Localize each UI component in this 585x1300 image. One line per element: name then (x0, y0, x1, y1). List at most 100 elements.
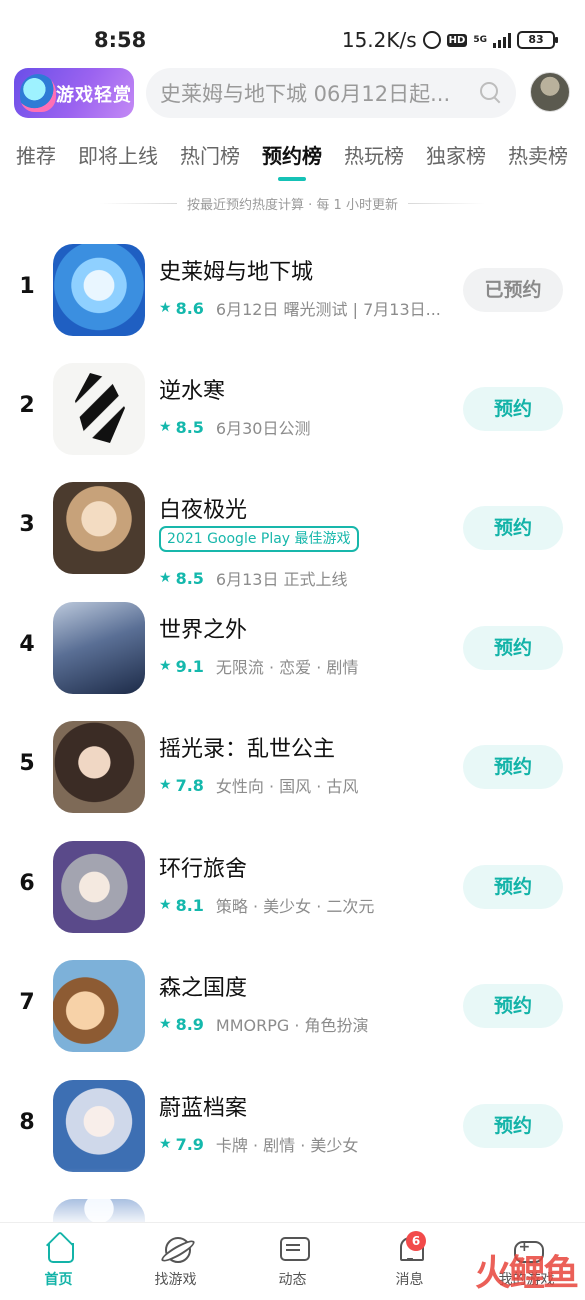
game-desc: 6月12日 曙光测试 | 7月13日... (215, 300, 441, 319)
game-name[interactable]: 逆水寒 (159, 373, 225, 405)
game-score: 9.1 (175, 656, 204, 676)
game-icon[interactable] (53, 960, 145, 1052)
reserve-button[interactable]: 预约 (463, 865, 563, 909)
reserve-button[interactable]: 预约 (463, 506, 563, 550)
hd-icon: HD (446, 33, 468, 47)
game-meta: ★ 8.5 6月30日公测 (159, 415, 310, 439)
list-item[interactable]: 7 森之国度 ★ 8.9 MMORPG · 角色扮演 预约 (0, 960, 585, 1056)
game-icon[interactable] (53, 482, 145, 574)
nav-label: 首页 (44, 1272, 73, 1288)
game-name[interactable]: 蔚蓝档案 (159, 1090, 247, 1122)
reserve-button[interactable]: 预约 (463, 745, 563, 789)
nav-find-games[interactable]: 找游戏 (117, 1223, 234, 1300)
rank-number: 7 (19, 990, 35, 1015)
game-score: 7.8 (175, 775, 204, 795)
divider (100, 203, 178, 204)
game-score: 8.9 (175, 1014, 204, 1034)
list-fade (0, 1168, 585, 1224)
star-icon: ★ (159, 1136, 172, 1152)
status-bar: 8:58 15.2K/s HD 5G 83 (0, 0, 585, 64)
search-icon[interactable] (480, 82, 502, 104)
tab-exclusive[interactable]: 独家榜 (426, 140, 486, 169)
game-meta: ★ 7.9 卡牌 · 剧情 · 美少女 (159, 1132, 358, 1156)
app-logo[interactable]: 游戏轻赏 (14, 68, 134, 118)
game-score: 8.5 (175, 417, 204, 437)
game-icon[interactable] (53, 363, 145, 455)
header: 游戏轻赏 史莱姆与地下城 06月12日起... (0, 66, 585, 122)
list-item[interactable]: 1 史莱姆与地下城 ★ 8.6 6月12日 曙光测试 | 7月13日... 已预… (0, 244, 585, 340)
game-meta: ★ 8.6 6月12日 曙光测试 | 7月13日... (159, 296, 441, 320)
nav-label: 找游戏 (154, 1272, 197, 1288)
list-item[interactable]: 2 逆水寒 ★ 8.5 6月30日公测 预约 (0, 363, 585, 459)
chat-icon (278, 1233, 310, 1263)
ranking-tabs: 推荐 即将上线 热门榜 预约榜 热玩榜 独家榜 热卖榜 (16, 140, 568, 181)
rank-number: 6 (19, 871, 35, 896)
reserved-button[interactable]: 已预约 (463, 268, 563, 312)
planet-icon (161, 1233, 191, 1263)
game-meta: ★ 8.1 策略 · 美少女 · 二次元 (159, 893, 374, 917)
game-name[interactable]: 世界之外 (159, 612, 247, 644)
list-item[interactable]: 8 蔚蓝档案 ★ 7.9 卡牌 · 剧情 · 美少女 预约 (0, 1080, 585, 1176)
rank-number: 8 (19, 1110, 35, 1135)
game-meta: ★ 8.5 6月13日 正式上线 (159, 566, 348, 590)
game-icon[interactable] (53, 244, 145, 336)
mascot-icon (20, 74, 56, 112)
game-score: 8.5 (175, 568, 204, 588)
game-meta: ★ 7.8 女性向 · 国风 · 古风 (159, 773, 358, 797)
reserve-button[interactable]: 预约 (463, 984, 563, 1028)
avatar[interactable] (530, 72, 570, 112)
nav-home[interactable]: 首页 (0, 1223, 117, 1300)
game-name[interactable]: 摇光录：乱世公主 (159, 731, 335, 763)
game-meta: ★ 9.1 无限流 · 恋爱 · 剧情 (159, 654, 358, 678)
star-icon: ★ (159, 658, 172, 674)
game-desc: 6月30日公测 (215, 419, 311, 438)
game-desc: 卡牌 · 剧情 · 美少女 (215, 1136, 359, 1155)
list-item[interactable]: 6 环行旅舍 ★ 8.1 策略 · 美少女 · 二次元 预约 (0, 841, 585, 937)
ranking-note: 按最近预约热度计算 · 每 1 小时更新 (100, 194, 485, 213)
game-score: 7.9 (175, 1134, 204, 1154)
nav-feed[interactable]: 动态 (234, 1223, 351, 1300)
game-name[interactable]: 白夜极光 (159, 492, 247, 524)
game-icon[interactable] (53, 602, 145, 694)
reserve-button[interactable]: 预约 (463, 387, 563, 431)
game-icon[interactable] (53, 841, 145, 933)
game-desc: 策略 · 美少女 · 二次元 (215, 897, 375, 916)
search-input[interactable]: 史莱姆与地下城 06月12日起... (146, 68, 516, 118)
message-count-badge: 6 (406, 1231, 426, 1251)
game-score: 8.1 (175, 895, 204, 915)
list-item[interactable]: 5 摇光录：乱世公主 ★ 7.8 女性向 · 国风 · 古风 预约 (0, 721, 585, 817)
tab-hot[interactable]: 热门榜 (180, 140, 240, 169)
game-name[interactable]: 史莱姆与地下城 (159, 254, 313, 286)
game-icon[interactable] (53, 721, 145, 813)
game-name[interactable]: 森之国度 (159, 970, 247, 1002)
battery-icon: 83 (517, 31, 558, 49)
reserve-button[interactable]: 预约 (463, 1104, 563, 1148)
tab-hot-play[interactable]: 热玩榜 (344, 140, 404, 169)
list-item[interactable]: 3 白夜极光 2021 Google Play 最佳游戏 ★ 8.5 6月13日… (0, 482, 585, 590)
game-icon[interactable] (53, 1080, 145, 1172)
nav-label: 动态 (278, 1272, 307, 1288)
calligraphy-icon (75, 373, 125, 443)
game-desc: 6月13日 正式上线 (215, 570, 348, 589)
signal-icon (493, 32, 511, 48)
tab-upcoming[interactable]: 即将上线 (78, 140, 158, 169)
award-badge: 2021 Google Play 最佳游戏 (159, 526, 359, 552)
rank-number: 5 (19, 751, 35, 776)
game-score: 8.6 (175, 298, 204, 318)
ranking-subtitle: 按最近预约热度计算 · 每 1 小时更新 (187, 198, 398, 213)
divider (407, 203, 485, 204)
star-icon: ★ (159, 570, 172, 586)
game-desc: 女性向 · 国风 · 古风 (215, 777, 359, 796)
list-item[interactable]: 4 世界之外 ★ 9.1 无限流 · 恋爱 · 剧情 预约 (0, 602, 585, 698)
game-name[interactable]: 环行旅舍 (159, 851, 247, 883)
rank-number: 1 (19, 274, 35, 299)
home-icon (44, 1233, 74, 1263)
tab-best-sellers[interactable]: 热卖榜 (508, 140, 568, 169)
nav-label: 消息 (395, 1272, 424, 1288)
tab-recommend[interactable]: 推荐 (16, 140, 56, 169)
star-icon: ★ (159, 777, 172, 793)
network-speed: 15.2K/s (341, 28, 417, 52)
status-time: 8:58 (94, 28, 147, 52)
tab-reserve[interactable]: 预约榜 (262, 140, 322, 181)
reserve-button[interactable]: 预约 (463, 626, 563, 670)
